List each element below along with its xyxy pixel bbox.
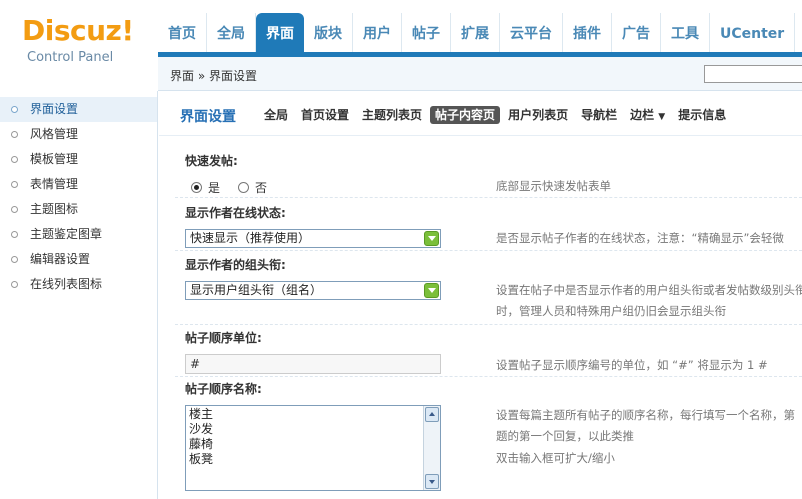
- grouptitle-select[interactable]: 显示用户组头衔（组名）: [185, 281, 441, 300]
- postno-unit-desc: 设置帖子显示顺序编号的单位，如 “#” 将显示为 1 #: [496, 358, 768, 372]
- sidebar-item-smiley-manage[interactable]: 表情管理: [0, 172, 157, 197]
- online-select-value: 快速显示（推荐使用）: [190, 231, 311, 245]
- sidebar-item-label: 风格管理: [30, 127, 79, 141]
- search-input[interactable]: [704, 65, 802, 83]
- sidebar-item-style-settings[interactable]: 界面设置: [0, 97, 157, 122]
- bullet-icon: [11, 106, 18, 113]
- bullet-icon: [11, 156, 18, 163]
- sidebar-item-label: 主题鉴定图章: [30, 227, 103, 241]
- textarea-line: 沙发: [189, 422, 214, 436]
- breadcrumb: 界面 » 界面设置: [170, 69, 257, 83]
- page-title: 界面设置: [180, 109, 236, 125]
- sidebar-item-template-manage[interactable]: 模板管理: [0, 147, 157, 172]
- divider: [175, 250, 802, 251]
- online-select[interactable]: 快速显示（推荐使用）: [185, 229, 441, 248]
- tab-index[interactable]: 首页设置: [296, 106, 354, 124]
- sidebar-item-label: 界面设置: [30, 102, 79, 116]
- sidebar-item-label: 在线列表图标: [30, 277, 103, 291]
- scrollbar[interactable]: [423, 406, 440, 490]
- tab-sidebar[interactable]: 边栏 ▼: [625, 106, 670, 124]
- online-desc: 是否显示帖子作者的在线状态，注意：“精确显示”会轻微: [496, 231, 784, 245]
- fastpost-no-radio[interactable]: [238, 182, 250, 193]
- postno-name-desc-line2: 题的第一个回复，以此类推: [496, 429, 634, 443]
- online-title: 显示作者在线状态:: [185, 206, 286, 220]
- sidebar-item-topic-icons[interactable]: 主题图标: [0, 197, 157, 222]
- textarea-line: 藤椅: [189, 437, 214, 451]
- bullet-icon: [11, 206, 18, 213]
- logo[interactable]: Discuz! Control Panel: [0, 0, 158, 76]
- tab-sidebar-label: 边栏: [630, 108, 655, 122]
- nav-ucenter[interactable]: UCenter: [710, 13, 796, 52]
- nav-tools[interactable]: 工具: [661, 13, 710, 52]
- postno-unit-input[interactable]: #: [185, 354, 441, 374]
- nav-user[interactable]: 用户: [353, 13, 402, 52]
- fastpost-title: 快速发帖:: [185, 154, 238, 168]
- bullet-icon: [11, 181, 18, 188]
- postno-name-textarea[interactable]: 楼主 沙发 藤椅 板凳: [185, 405, 441, 491]
- sidebar-item-stamps[interactable]: 主题鉴定图章: [0, 222, 157, 247]
- sidebar-item-label: 模板管理: [30, 152, 79, 166]
- grouptitle-select-value: 显示用户组头衔（组名）: [190, 283, 323, 297]
- fastpost-desc: 底部显示快速发帖表单: [496, 179, 611, 193]
- sub-tabs: 全局 首页设置 主题列表页 帖子内容页 用户列表页 导航栏 边栏 ▼ 提示信息: [259, 106, 734, 124]
- nav-style[interactable]: 界面: [256, 13, 304, 52]
- divider: [175, 197, 802, 198]
- sidebar-item-label: 主题图标: [30, 202, 79, 216]
- grouptitle-title: 显示作者的组头衔:: [185, 258, 286, 272]
- postno-unit-title: 帖子顺序单位:: [185, 331, 262, 345]
- chevron-down-icon: ▼: [658, 112, 666, 122]
- postno-name-title: 帖子顺序名称:: [185, 382, 262, 396]
- sidebar-item-label: 编辑器设置: [30, 252, 91, 266]
- sidebar-item-editor-settings[interactable]: 编辑器设置: [0, 247, 157, 272]
- nav-forum[interactable]: 版块: [304, 13, 353, 52]
- fastpost-radio-group: 是 否: [191, 179, 285, 196]
- scroll-down-icon[interactable]: [425, 474, 439, 489]
- nav-home[interactable]: 首页: [158, 13, 207, 52]
- bullet-icon: [11, 281, 18, 288]
- textarea-line: 板凳: [189, 452, 214, 466]
- nav-extended[interactable]: 扩展: [451, 13, 500, 52]
- bullet-icon: [11, 256, 18, 263]
- tab-navbar[interactable]: 导航栏: [576, 106, 622, 124]
- divider: [175, 376, 802, 377]
- sidebar-item-label: 表情管理: [30, 177, 79, 191]
- sidebar-item-online-icons[interactable]: 在线列表图标: [0, 272, 157, 297]
- textarea-line: 楼主: [189, 407, 214, 421]
- grouptitle-desc-line2: 时，管理人员和特殊用户组仍旧会显示组头衔: [496, 304, 726, 318]
- chevron-down-icon[interactable]: [424, 283, 439, 298]
- tab-viewthread[interactable]: 帖子内容页: [430, 106, 501, 124]
- tab-notice[interactable]: 提示信息: [673, 106, 731, 124]
- logo-subtitle: Control Panel: [27, 50, 114, 65]
- chevron-down-icon[interactable]: [424, 231, 439, 246]
- tab-member[interactable]: 用户列表页: [503, 106, 573, 124]
- bullet-icon: [11, 231, 18, 238]
- fastpost-no-label[interactable]: 否: [255, 179, 267, 196]
- sub-nav: 界面设置 全局 首页设置 主题列表页 帖子内容页 用户列表页 导航栏 边栏 ▼ …: [159, 92, 802, 136]
- tab-global[interactable]: 全局: [259, 106, 293, 124]
- nav-plugin[interactable]: 插件: [563, 13, 612, 52]
- logo-text: Discuz!: [22, 14, 134, 47]
- sidebar: 界面设置 风格管理 模板管理 表情管理 主题图标 主题鉴定图章 编辑器设置 在线…: [0, 91, 158, 499]
- nav-cloud[interactable]: 云平台: [500, 13, 563, 52]
- fastpost-yes-label[interactable]: 是: [208, 179, 220, 196]
- postno-name-desc-line3: 双击输入框可扩大/缩小: [496, 451, 615, 465]
- nav-adv[interactable]: 广告: [612, 13, 661, 52]
- breadcrumb-bar: 界面 » 界面设置: [158, 57, 802, 91]
- bullet-icon: [11, 131, 18, 138]
- nav-global[interactable]: 全局: [207, 13, 256, 52]
- grouptitle-desc-line1: 设置在帖子中是否显示作者的用户组头衔或者发帖数级别头衔: [496, 283, 802, 297]
- top-nav: 首页 全局 界面 版块 用户 帖子 扩展 云平台 插件 广告 工具 UCente…: [158, 13, 796, 52]
- tab-forumdisplay[interactable]: 主题列表页: [357, 106, 427, 124]
- fastpost-yes-radio[interactable]: [191, 182, 202, 193]
- nav-topic[interactable]: 帖子: [402, 13, 451, 52]
- main-content: 界面设置 全局 首页设置 主题列表页 帖子内容页 用户列表页 导航栏 边栏 ▼ …: [159, 92, 802, 499]
- sidebar-item-style-manage[interactable]: 风格管理: [0, 122, 157, 147]
- scroll-up-icon[interactable]: [425, 407, 439, 422]
- postno-name-desc-line1: 设置每篇主题所有帖子的顺序名称，每行填写一个名称，第: [496, 408, 795, 422]
- divider: [175, 324, 802, 325]
